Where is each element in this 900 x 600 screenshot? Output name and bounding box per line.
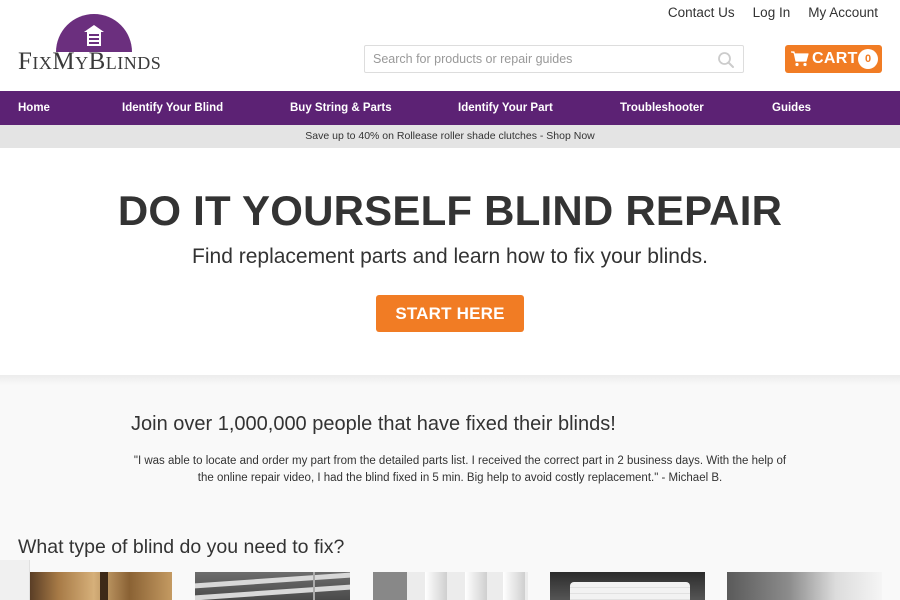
nav-home[interactable]: Home xyxy=(18,91,50,125)
search-input[interactable] xyxy=(365,46,705,72)
testimonial-section: Join over 1,000,000 people that have fix… xyxy=(0,375,900,600)
promo-banner[interactable]: Save up to 40% on Rollease roller shade … xyxy=(0,125,900,148)
logo-arch xyxy=(56,14,132,52)
top-links: Contact Us Log In My Account xyxy=(668,5,878,20)
hero-section: DO IT YOURSELF BLIND REPAIR Find replace… xyxy=(0,148,900,375)
testimonial-quote: "I was able to locate and order my part … xyxy=(125,453,795,487)
main-nav: Home Identify Your Blind Buy String & Pa… xyxy=(0,91,900,125)
blind-type-thumbnails xyxy=(0,572,900,600)
cart-button[interactable]: CART 0 xyxy=(785,45,882,73)
blind-thumb-cellular[interactable] xyxy=(550,572,705,600)
blind-thumb-vertical[interactable] xyxy=(373,572,528,600)
testimonial-heading: Join over 1,000,000 people that have fix… xyxy=(131,413,616,435)
cart-label: CART xyxy=(812,50,858,67)
hero-subtitle: Find replacement parts and learn how to … xyxy=(192,245,708,268)
log-in-link[interactable]: Log In xyxy=(753,5,791,20)
start-here-button[interactable]: START HERE xyxy=(376,295,524,332)
cart-count-badge: 0 xyxy=(858,49,878,69)
quote-line-1: "I was able to locate and order my part … xyxy=(133,455,787,467)
my-account-link[interactable]: My Account xyxy=(808,5,878,20)
blind-type-heading: What type of blind do you need to fix? xyxy=(18,536,345,558)
nav-troubleshooter[interactable]: Troubleshooter xyxy=(620,91,704,125)
site-header: FixMyBlinds Contact Us Log In My Account… xyxy=(0,0,900,91)
nav-identify-your-blind[interactable]: Identify Your Blind xyxy=(122,91,223,125)
contact-us-link[interactable]: Contact Us xyxy=(668,5,735,20)
logo-text: FixMyBlinds xyxy=(18,48,162,75)
blind-thumb-roller[interactable] xyxy=(727,572,882,600)
cart-icon xyxy=(791,51,809,67)
site-logo[interactable]: FixMyBlinds xyxy=(18,14,170,76)
nav-guides[interactable]: Guides xyxy=(772,91,811,125)
search-icon[interactable] xyxy=(717,51,735,69)
blind-thumb-mini[interactable] xyxy=(195,572,350,600)
blind-thumb-wood[interactable] xyxy=(30,572,172,600)
quote-line-2: the online repair video, I had the blind… xyxy=(197,472,723,484)
nav-buy-string-parts[interactable]: Buy String & Parts xyxy=(290,91,392,125)
hero-title: DO IT YOURSELF BLIND REPAIR xyxy=(117,187,783,234)
search-box xyxy=(364,45,744,73)
house-icon xyxy=(84,25,104,46)
nav-identify-your-part[interactable]: Identify Your Part xyxy=(458,91,553,125)
